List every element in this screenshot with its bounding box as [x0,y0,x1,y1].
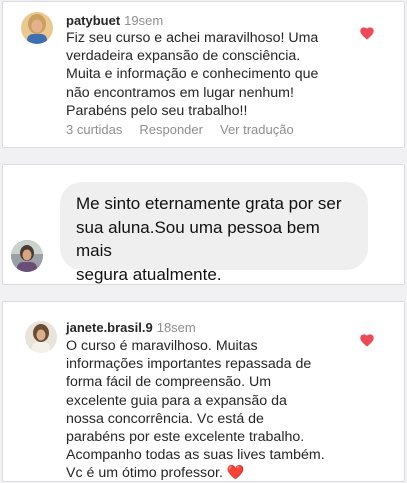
timestamp: 18sem [156,320,196,335]
message-text: Me sinto eternamente grata por ser sua a… [76,194,342,284]
heart-icon[interactable] [360,27,374,40]
username[interactable]: patybuet [66,13,120,28]
avatar[interactable] [11,240,43,272]
username[interactable]: janete.brasil.9 [66,320,153,335]
comment-header: patybuet 19sem [66,12,163,30]
comment-card-2: Me sinto eternamente grata por ser sua a… [2,164,405,285]
translate-button[interactable]: Ver tradução [220,122,294,137]
timestamp: 19sem [124,13,164,28]
comment-text: Fiz seu curso e achei maravilhoso! Uma v… [66,30,319,119]
reply-button[interactable]: Responder [139,122,203,137]
likes-count[interactable]: 3 curtidas [66,122,122,137]
comment-card-3: janete.brasil.9 18sem O curso é maravilho… [2,301,405,482]
comment-text: O curso é maravilhoso. Muitas informaçõe… [66,337,325,483]
heart-icon[interactable] [360,334,374,347]
comment-header: janete.brasil.9 18sem [66,319,196,337]
comment-body: O curso é maravilhoso. Muitas informaçõe… [66,338,325,482]
comment-card-1: patybuet 19sem Fiz seu curso e achei mara… [2,1,405,148]
avatar[interactable] [21,12,53,44]
avatar[interactable] [25,321,57,353]
emoji-heart: ❤️ [226,465,245,482]
message-bubble: Me sinto eternamente grata por ser sua a… [60,182,368,284]
comment-actions: 3 curtidas Responder Ver tradução [66,122,311,137]
